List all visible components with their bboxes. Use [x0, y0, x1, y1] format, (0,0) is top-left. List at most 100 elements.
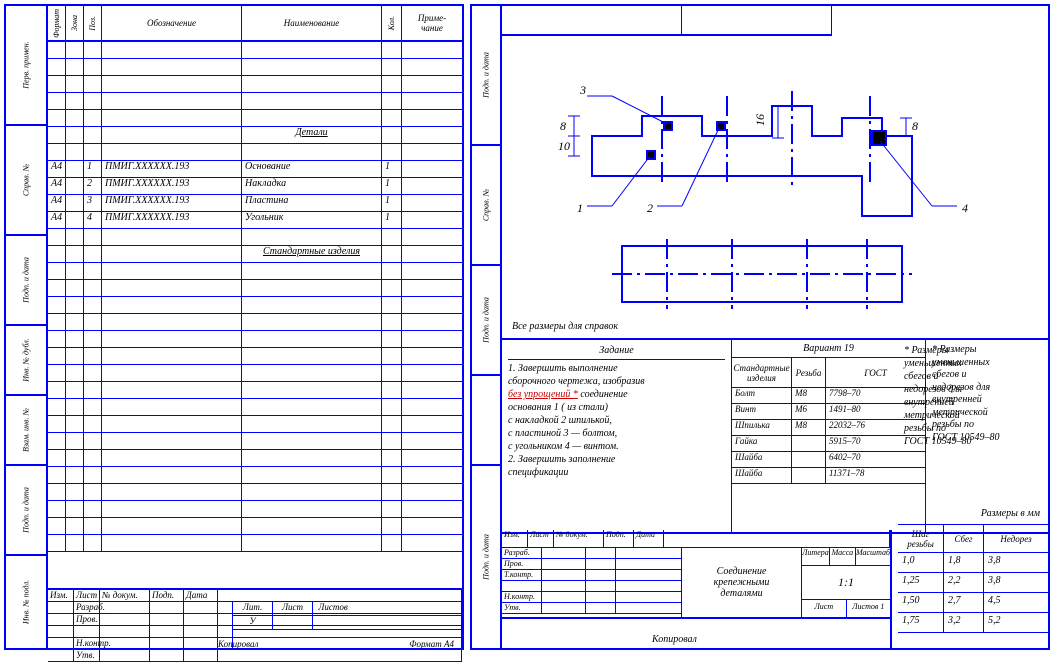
sc-listov: Листов 1 [847, 600, 891, 618]
assembly-drawing: 3 1 2 4 8 10 16 8 [502, 36, 1048, 316]
spec-row [48, 297, 462, 314]
spec-row [48, 59, 462, 76]
r-stub-2: Справ. № [482, 189, 491, 221]
task-line: основания 1 ( из стали) [508, 401, 725, 414]
variant-header: Вариант 19 [732, 340, 925, 358]
spec-row [48, 365, 462, 382]
task-line: 1. Завершить выполнение [508, 362, 725, 375]
footnote-line: метрической [904, 409, 1042, 422]
sizes-table: Шаг резьбы Сбег Недорез 1,01,83,81,252,2… [898, 524, 1048, 633]
left-margin-stubs: Перв. примен. Справ. № Подп. и дата Инв.… [6, 6, 48, 648]
kopiroval-left: Копировал [218, 639, 258, 649]
label-2: 2 [647, 201, 653, 215]
right-side-panel: * Размерыуменьшенныхсбегов инедорезов дл… [898, 338, 1048, 648]
label-1: 1 [577, 201, 583, 215]
h-prim: Приме- чание [402, 6, 462, 40]
spec-row [48, 280, 462, 297]
spec-row [48, 331, 462, 348]
tb-listov: Листов [313, 602, 353, 615]
spec-row [48, 399, 462, 416]
rtb-sign-row: Разраб. [502, 548, 681, 559]
sc-list: Лист [802, 600, 847, 618]
variant-column: Вариант 19 Стандартные изделия Резьба ГО… [732, 340, 926, 532]
rtb-sign-row [502, 581, 681, 592]
tb-podp: Подп. [150, 590, 184, 601]
spec-row [48, 450, 462, 467]
variant-row: ВинтМ61491–80 [732, 404, 925, 420]
spec-table: Формат Зона Поз. Обозначение Наименовани… [48, 6, 462, 588]
h-oboz: Обозначение [102, 6, 242, 40]
variant-row: ШпилькаМ822032–76 [732, 420, 925, 436]
spec-row [48, 42, 462, 59]
title-block-left: Изм. Лист № докум. Подп. Дата Разраб.Про… [48, 588, 462, 648]
tb-list2: Лист [273, 602, 313, 615]
task-line: с накладкой 2 шпилькой, [508, 414, 725, 427]
spec-row: Стандартные изделия [48, 246, 462, 263]
size-row: 1,502,74,5 [898, 593, 1048, 613]
footnote-line: внутренней [904, 396, 1042, 409]
stub-invpodl: Инв. № подл. [22, 580, 31, 624]
rtb-list: Лист [528, 530, 554, 547]
tb-data: Дата [184, 590, 218, 601]
spec-row: А44ПМИГ.ХХХХХХ.193Угольник1 [48, 212, 462, 229]
footnote-line: резьбы по [904, 422, 1042, 435]
task-column: Задание 1. Завершить выполнениесборочног… [502, 340, 732, 532]
size-row: 1,01,83,8 [898, 553, 1048, 573]
sz-h-nedorez: Недорез [984, 525, 1048, 552]
variant-row: БолтМ87798–70 [732, 388, 925, 404]
footnote-line: * Размеры [904, 344, 1042, 357]
sc-masht: Масштаб [856, 548, 890, 565]
top-strip [502, 6, 1048, 36]
tb-lit: Лит. [233, 602, 273, 615]
title-block-right: Изм. Лист № докум. Подп. Дата Разраб.Про… [502, 530, 892, 648]
spec-row: А42ПМИГ.ХХХХХХ.193Накладка1 [48, 178, 462, 195]
footnote-dup: * Размерыуменьшенныхсбегов инедорезов дл… [898, 338, 1048, 508]
tb-izm: Изм. [48, 590, 74, 601]
format-left: Формат А4 [409, 639, 454, 649]
task-line: спецификации [508, 466, 725, 479]
r-stub-3: Подп. и дата [482, 297, 491, 343]
footnote-line: сбегов и [904, 370, 1042, 383]
rtb-izm: Изм. [502, 530, 528, 547]
size-row: 1,753,25,2 [898, 613, 1048, 633]
label-4: 4 [962, 201, 968, 215]
var-h-thread: Резьба [792, 358, 826, 387]
spec-body: ДеталиА41ПМИГ.ХХХХХХ.193Основание1А42ПМИ… [48, 42, 462, 552]
stub-perv: Перв. примен. [22, 41, 31, 88]
spec-row [48, 314, 462, 331]
size-row: 1,252,23,8 [898, 573, 1048, 593]
label-3: 3 [579, 83, 586, 97]
rtb-signers: Разраб.Пров.Т.контр.Н.контр.Утв. [502, 548, 682, 617]
note-all-sizes: Все размеры для справок [512, 321, 618, 332]
spec-row [48, 484, 462, 501]
stub-podp2: Подп. и дата [22, 487, 31, 533]
scale-value: 1:1 [802, 566, 890, 600]
rtb-sign-row: Утв. [502, 603, 681, 614]
dim-16: 16 [753, 114, 767, 126]
spec-row [48, 535, 462, 552]
task-line: с угольником 4 — винтом. [508, 440, 725, 453]
right-margin-stubs: Подп. и дата Справ. № Подп. и дата Подп.… [472, 6, 502, 648]
h-zona: Зона [70, 15, 79, 31]
drawing-sheet: Подп. и дата Справ. № Подп. и дата Подп.… [470, 4, 1050, 650]
tb-ndoc: № докум. [100, 590, 150, 601]
spec-header: Формат Зона Поз. Обозначение Наименовани… [48, 6, 462, 42]
h-naim: Наименование [242, 6, 382, 40]
rtb-podp: Подп. [604, 530, 634, 547]
dim-8: 8 [560, 119, 566, 133]
spec-row [48, 93, 462, 110]
dim-8b: 8 [912, 119, 918, 133]
sz-h-sbeg: Сбег [944, 525, 984, 552]
spec-row [48, 229, 462, 246]
spec-row [48, 110, 462, 127]
spec-row [48, 518, 462, 535]
spec-row [48, 467, 462, 484]
h-poz: Поз. [88, 16, 97, 31]
spec-row [48, 144, 462, 161]
sizes-caption: Размеры в мм [898, 508, 1048, 524]
spec-row: А43ПМИГ.ХХХХХХ.193Пластина1 [48, 195, 462, 212]
task-header: Задание [508, 344, 725, 360]
spec-sheet: Перв. примен. Справ. № Подп. и дата Инв.… [4, 4, 464, 650]
variant-row: Гайка5915–70 [732, 436, 925, 452]
tb-list: Лист [74, 590, 100, 601]
